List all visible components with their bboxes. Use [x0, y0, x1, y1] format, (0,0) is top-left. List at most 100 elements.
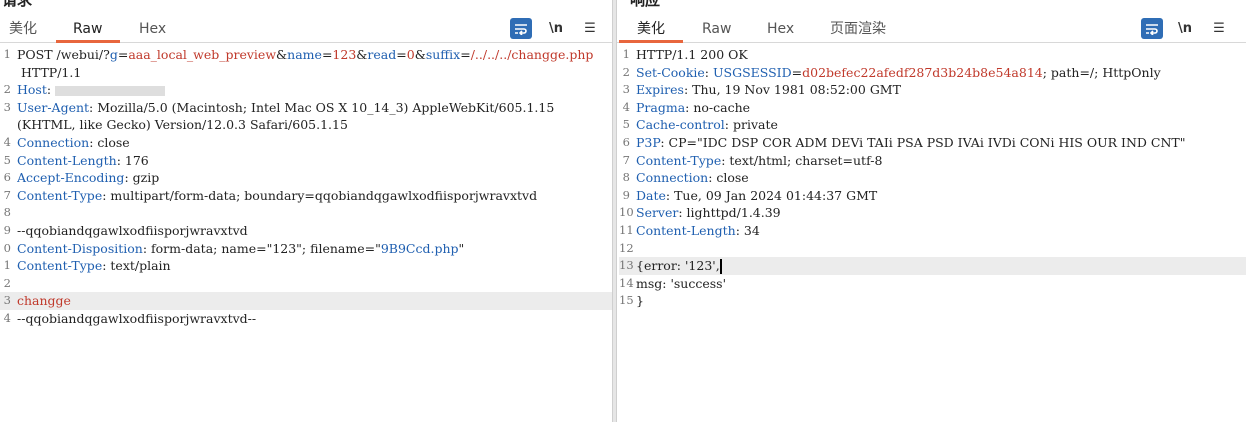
- code-line[interactable]: 6 P3P: CP="IDC DSP COR ADM DEVi TAIi PSA …: [619, 134, 1246, 152]
- code-text: (KHTML, like Gecko) Version/12.0.3 Safar…: [17, 117, 348, 133]
- response-editor[interactable]: 1 HTTP/1.1 200 OK 2 Set-Cookie: USGSESSID=d…: [619, 46, 1246, 422]
- line-content: Expires: Thu, 19 Nov 1981 08:52:00 GMT: [636, 81, 1246, 99]
- line-number: 4: [622, 99, 630, 114]
- hamburger-menu-icon[interactable]: ☰: [579, 18, 601, 39]
- code-line[interactable]: 2 Host:: [0, 81, 612, 99]
- line-content: Accept-Encoding: gzip: [17, 169, 612, 187]
- line-number: 10: [619, 205, 634, 220]
- header-name: Cache-control: [636, 117, 725, 133]
- code-text: : form-data; name="123"; filename=": [142, 240, 381, 256]
- line-content: --qqobiandqgawlxodfiisporjwravxtvd: [17, 222, 612, 240]
- tab-hex[interactable]: Hex: [139, 20, 166, 38]
- code-line[interactable]: 12: [619, 240, 1246, 258]
- tab-raw[interactable]: Raw: [702, 20, 731, 38]
- header-name: P3P: [636, 134, 661, 150]
- code-text: {error: '123',: [636, 258, 720, 274]
- line-content: HTTP/1.1: [17, 64, 612, 82]
- line-number: 1: [3, 258, 11, 273]
- line-number: 2: [3, 275, 11, 290]
- code-line[interactable]: 2 Set-Cookie: USGSESSID=d02befec22afedf28…: [619, 64, 1246, 82]
- tab-pretty[interactable]: 美化: [9, 20, 37, 38]
- code-text: =: [460, 47, 471, 62]
- header-name: read: [367, 47, 397, 62]
- code-text: : Mozilla/5.0 (Macintosh; Intel Mac OS X…: [89, 99, 555, 115]
- line-number: 1: [3, 47, 11, 61]
- header-name: USGSESSID: [712, 64, 792, 80]
- line-content: Content-Type: text/html; charset=utf-8: [636, 152, 1246, 170]
- code-line[interactable]: 6 Accept-Encoding: gzip: [0, 169, 612, 187]
- code-text: : lighttpd/1.4.39: [678, 205, 781, 221]
- code-line[interactable]: 14 msg: 'success': [619, 275, 1246, 293]
- code-line[interactable]: 1 HTTP/1.1 200 OK: [619, 46, 1246, 64]
- code-line[interactable]: 7 Content-Type: multipart/form-data; boun…: [0, 187, 612, 205]
- line-content: P3P: CP="IDC DSP COR ADM DEVi TAIi PSA P…: [636, 134, 1246, 152]
- param-value: aaa_local_web_preview: [128, 47, 277, 62]
- header-name: Content-Type: [17, 187, 103, 203]
- wrap-lines-icon[interactable]: [510, 18, 532, 39]
- newline-toggle-button[interactable]: \n: [545, 18, 567, 39]
- code-line[interactable]: 10 Server: lighttpd/1.4.39: [619, 204, 1246, 222]
- line-number: 3: [3, 293, 11, 308]
- header-name: name: [287, 47, 322, 62]
- code-line[interactable]: 15}: [619, 292, 1246, 310]
- line-content: HTTP/1.1 200 OK: [636, 46, 1246, 64]
- line-content: --qqobiandqgawlxodfiisporjwravxtvd--: [17, 310, 612, 328]
- tab-render[interactable]: 页面渲染: [830, 20, 886, 38]
- request-panel: 请求 美化 Raw Hex \n ☰ 1 POST /webui/?g=aaa_l…: [0, 0, 612, 422]
- param-value: 0: [406, 47, 415, 62]
- text-cursor: [719, 259, 722, 275]
- code-line[interactable]: 11 Content-Length: 34: [619, 222, 1246, 240]
- code-text: &: [414, 47, 426, 62]
- code-line[interactable]: 9 --qqobiandqgawlxodfiisporjwravxtvd: [0, 222, 612, 240]
- code-line[interactable]: (KHTML, like Gecko) Version/12.0.3 Safar…: [0, 116, 612, 134]
- line-number: 9: [3, 222, 11, 237]
- code-line[interactable]: 5 Cache-control: private: [619, 116, 1246, 134]
- newline-toggle-button[interactable]: \n: [1174, 18, 1196, 39]
- wrap-lines-icon[interactable]: [1141, 18, 1163, 39]
- request-title: 请求: [2, 0, 33, 9]
- header-name: Content-Disposition: [17, 240, 143, 256]
- code-line[interactable]: 9 Date: Tue, 09 Jan 2024 01:44:37 GMT: [619, 187, 1246, 205]
- code-line[interactable]: 2: [0, 275, 612, 293]
- code-line[interactable]: 3 Expires: Thu, 19 Nov 1981 08:52:00 GMT: [619, 81, 1246, 99]
- line-number: 8: [622, 170, 630, 185]
- code-line[interactable]: 3 User-Agent: Mozilla/5.0 (Macintosh; Int…: [0, 99, 612, 117]
- code-text: &: [356, 47, 368, 62]
- code-line[interactable]: 1 POST /webui/?g=aaa_local_web_preview&na…: [0, 46, 612, 64]
- line-number: 3: [622, 82, 630, 97]
- code-line[interactable]: 13 {error: '123',: [619, 257, 1246, 275]
- code-line[interactable]: 8: [0, 204, 612, 222]
- code-text: --qqobiandqgawlxodfiisporjwravxtvd--: [17, 310, 257, 326]
- code-text: : private: [724, 117, 778, 133]
- tab-raw[interactable]: Raw: [73, 20, 102, 38]
- line-content: Server: lighttpd/1.4.39: [636, 204, 1246, 222]
- header-name: User-Agent: [17, 99, 90, 115]
- code-line[interactable]: 1 Content-Type: text/plain: [0, 257, 612, 275]
- code-line[interactable]: 4 Connection: close: [0, 134, 612, 152]
- code-line[interactable]: 7 Content-Type: text/html; charset=utf-8: [619, 152, 1246, 170]
- code-line[interactable]: 4 --qqobiandqgawlxodfiisporjwravxtvd--: [0, 310, 612, 328]
- request-editor[interactable]: 1 POST /webui/?g=aaa_local_web_preview&na…: [0, 46, 612, 422]
- code-text: : 176: [116, 152, 149, 168]
- tab-hex[interactable]: Hex: [767, 20, 794, 38]
- code-text: : Tue, 09 Jan 2024 01:44:37 GMT: [665, 187, 878, 203]
- code-text: msg: 'success': [636, 275, 727, 291]
- code-text: : close: [89, 134, 130, 150]
- code-line[interactable]: 0 Content-Disposition: form-data; name="1…: [0, 240, 612, 258]
- code-line[interactable]: 3 changge: [0, 292, 612, 310]
- line-number: 7: [622, 152, 630, 167]
- active-tab-indicator: [619, 40, 683, 43]
- active-tab-indicator: [56, 40, 120, 43]
- code-text: ; path=/; HttpOnly: [1042, 64, 1161, 80]
- code-line[interactable]: 4 Pragma: no-cache: [619, 99, 1246, 117]
- line-number: 12: [619, 240, 634, 255]
- code-line[interactable]: 5 Content-Length: 176: [0, 152, 612, 170]
- line-number: 9: [622, 187, 630, 202]
- hamburger-menu-icon[interactable]: ☰: [1208, 18, 1230, 39]
- code-line[interactable]: HTTP/1.1: [0, 64, 612, 82]
- param-value: /../../../changge.php: [470, 47, 594, 62]
- header-name: Content-Length: [17, 152, 117, 168]
- tab-pretty[interactable]: 美化: [637, 20, 665, 38]
- code-line[interactable]: 8 Connection: close: [619, 169, 1246, 187]
- line-number: 15: [619, 293, 634, 308]
